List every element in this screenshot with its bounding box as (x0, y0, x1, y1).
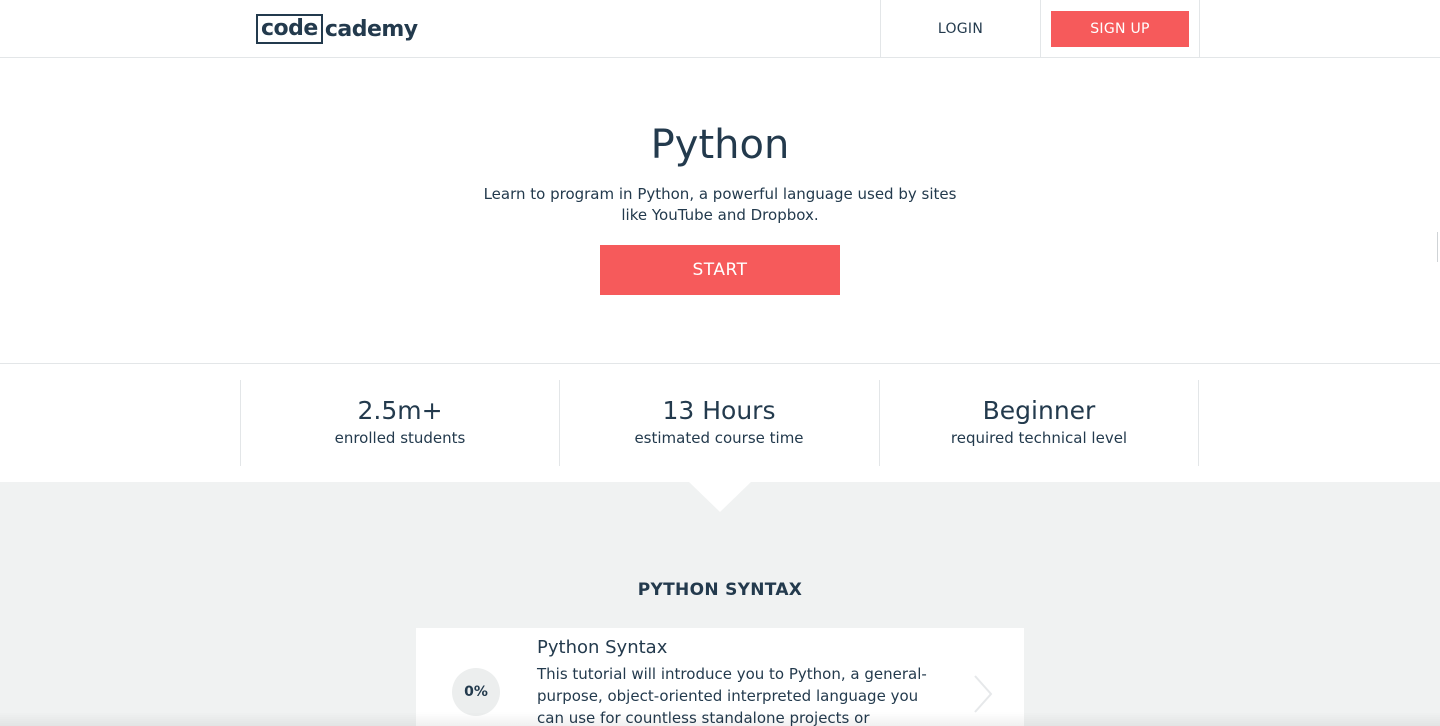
course-hero: Python Learn to program in Python, a pow… (0, 58, 1440, 364)
lesson-card[interactable]: 0% Python Syntax This tutorial will intr… (416, 628, 1024, 726)
course-description: Learn to program in Python, a powerful l… (483, 185, 957, 224)
start-course-button[interactable]: START (600, 245, 840, 295)
stat-value: Beginner (982, 396, 1096, 425)
logo-cademy-text: cademy (324, 16, 418, 42)
stat-technical-level: Beginner required technical level (879, 380, 1199, 466)
section-pointer-arrow (689, 482, 751, 512)
syllabus-section-title: PYTHON SYNTAX (637, 580, 803, 600)
sign-up-button[interactable]: SIGN UP (1051, 11, 1189, 47)
stat-value: 13 Hours (662, 396, 776, 425)
stat-divider (1198, 380, 1199, 466)
syllabus-section: PYTHON SYNTAX 0% Python Syntax This tuto… (0, 482, 1440, 726)
stat-enrolled-students: 2.5m+ enrolled students (240, 380, 560, 466)
course-stats: 2.5m+ enrolled students 13 Hours estimat… (0, 364, 1440, 482)
logo-code-box: code (256, 14, 323, 44)
chevron-right-icon[interactable] (972, 674, 994, 714)
lesson-title: Python Syntax (537, 637, 668, 658)
stat-course-time: 13 Hours estimated course time (559, 380, 879, 466)
stat-label: required technical level (950, 429, 1128, 447)
lesson-description: This tutorial will introduce you to Pyth… (537, 665, 927, 726)
stat-value: 2.5m+ (357, 396, 443, 425)
nav-divider (1199, 0, 1200, 58)
codecademy-logo[interactable]: code cademy (256, 13, 418, 45)
nav-divider (1040, 0, 1041, 58)
stat-label: enrolled students (334, 429, 466, 447)
top-nav-bar: code cademy LOGIN SIGN UP (0, 0, 1440, 58)
course-title: Python (650, 122, 790, 168)
login-link[interactable]: LOGIN (881, 0, 1040, 58)
stat-label: estimated course time (634, 429, 804, 447)
lesson-progress-badge: 0% (452, 668, 500, 716)
